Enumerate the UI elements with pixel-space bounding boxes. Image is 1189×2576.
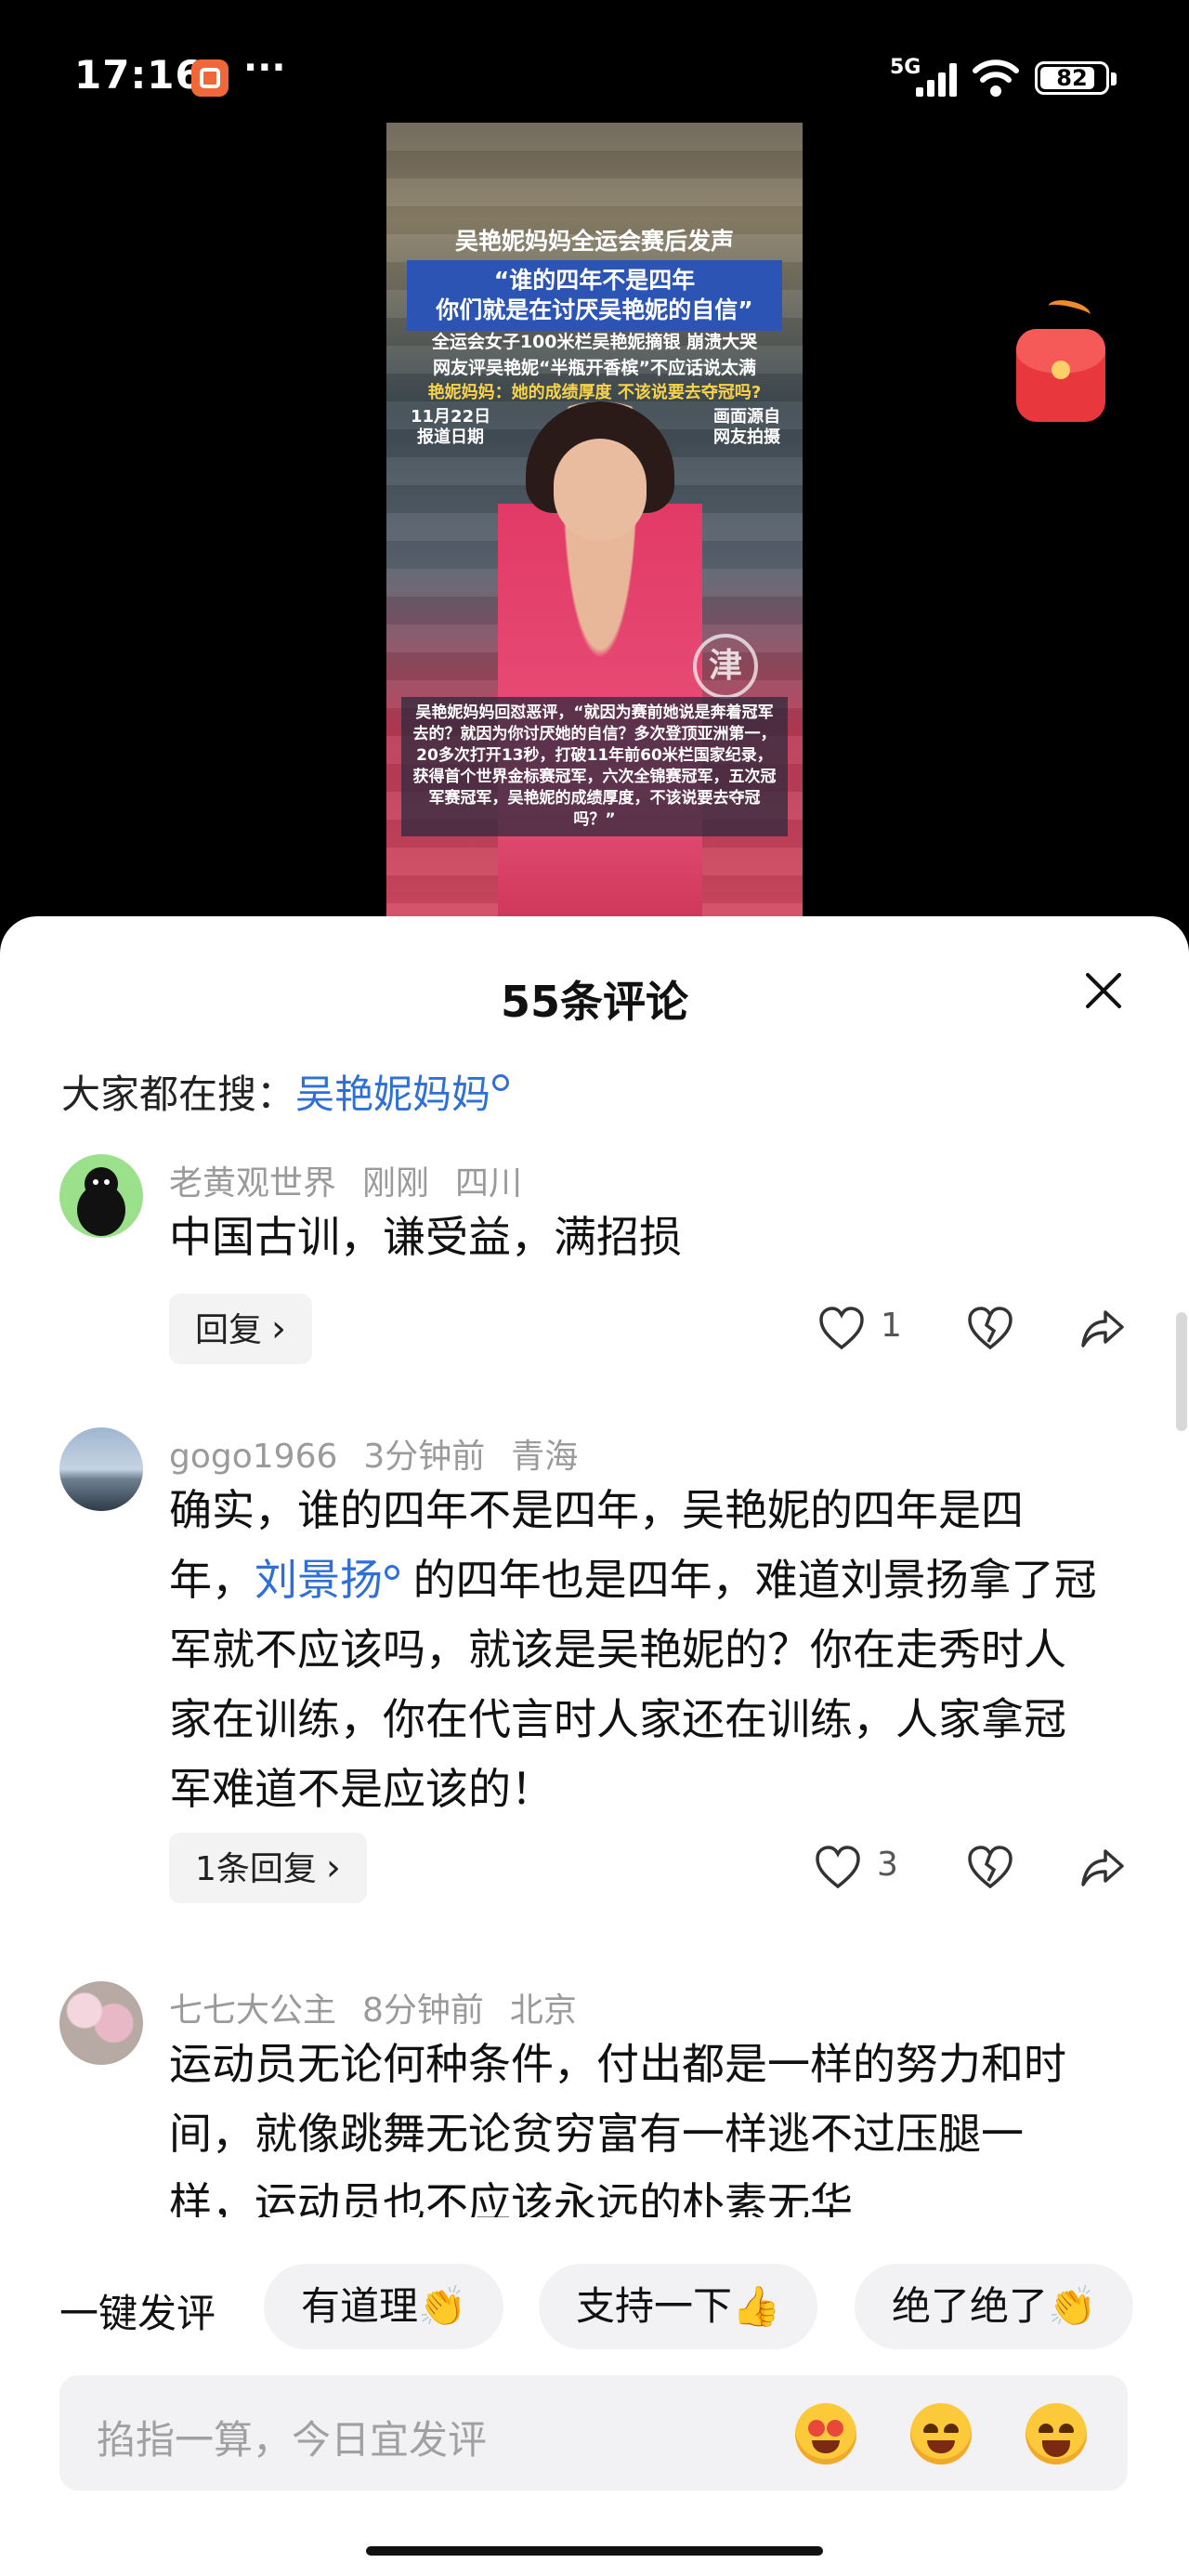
video-subtitle: 全运会女子100米栏吴艳妮摘银 崩溃大哭 网友评吴艳妮“半瓶开香槟”不应话说太满 xyxy=(386,329,803,381)
broken-heart-icon[interactable] xyxy=(966,1840,1014,1896)
more-notifications-icon: ··· xyxy=(243,46,286,89)
comment-item: 七七大公主 8分钟前 北京 运动员无论何种条件，付出都是一样的努力和时间，就像跳舞无… xyxy=(0,1981,1189,2217)
emoji-grin-icon[interactable] xyxy=(1026,2403,1087,2464)
status-time: 17:16 xyxy=(74,52,203,98)
comment-time: 刚刚 xyxy=(362,1164,430,1203)
video-caption: 吴艳妮妈妈回怼恶评，“就因为赛前她说是奔着冠军去的？就因为你讨厌她的自信？多次登… xyxy=(401,697,788,836)
quick-chip[interactable]: 支持一下👍 xyxy=(539,2264,818,2349)
comment-input-placeholder: 掐指一算，今日宜发评 xyxy=(97,2417,488,2463)
trending-search: 大家都在搜：吴艳妮妈妈 xyxy=(61,1063,510,1120)
share-arrow-icon[interactable] xyxy=(1079,1301,1128,1357)
comment-username[interactable]: 七七大公主 xyxy=(169,1991,336,2030)
comment-meta: 老黄观世界 刚刚 四川 xyxy=(169,1156,548,1204)
video-subtitle-line1: 全运会女子100米栏吴艳妮摘银 崩溃大哭 xyxy=(431,332,758,352)
share-arrow-icon[interactable] xyxy=(1079,1840,1128,1896)
video-source-line2: 网友拍摄 xyxy=(713,427,780,447)
signal-icon xyxy=(916,61,959,97)
avatar[interactable] xyxy=(59,1981,143,2065)
video-quote-line2: 你们就是在讨厌吴艳妮的自信” xyxy=(436,296,753,323)
home-indicator[interactable] xyxy=(366,2546,823,2556)
battery-cap xyxy=(1111,72,1117,85)
app-notification-icon xyxy=(191,59,229,97)
quick-chip[interactable]: 绝了绝了👏 xyxy=(855,2264,1134,2349)
quick-comment-label: 一键发评 xyxy=(59,2291,216,2336)
comment-location: 青海 xyxy=(511,1438,579,1476)
close-icon[interactable] xyxy=(1074,961,1133,1020)
comment-keyword-link[interactable]: 刘景扬 xyxy=(255,1555,383,1605)
heart-outline-icon[interactable] xyxy=(814,1840,862,1896)
video-source: 画面源自 网友拍摄 xyxy=(713,407,780,448)
comment-time: 3分钟前 xyxy=(363,1438,486,1476)
comment-username[interactable]: 老黄观世界 xyxy=(169,1164,336,1203)
status-bar: 17:16 ··· 5G 82 xyxy=(0,0,1189,121)
battery-icon: 82 xyxy=(1035,61,1109,95)
red-packet-button[interactable] xyxy=(1016,296,1105,427)
like-count: 3 xyxy=(877,1846,898,1884)
avatar[interactable] xyxy=(59,1154,143,1238)
video-player[interactable]: 吴艳妮妈妈全运会赛后发声 “谁的四年不是四年 你们就是在讨厌吴艳妮的自信” 全运… xyxy=(386,123,803,931)
reply-button[interactable]: 1条回复 xyxy=(169,1833,367,1903)
emoji-laugh-cry-icon[interactable] xyxy=(910,2403,972,2464)
heart-outline-icon[interactable] xyxy=(817,1301,866,1357)
avatar[interactable] xyxy=(59,1427,143,1511)
athlete-face xyxy=(554,439,647,541)
comment-time: 8分钟前 xyxy=(362,1991,484,2030)
comment-input[interactable]: 掐指一算，今日宜发评 xyxy=(59,2375,1128,2491)
video-date-line2: 报道日期 xyxy=(417,427,485,447)
broken-heart-icon[interactable] xyxy=(966,1301,1014,1357)
trending-search-label: 大家都在搜： xyxy=(61,1071,296,1117)
video-date-line1: 11月22日 xyxy=(411,407,491,427)
comment-meta: 七七大公主 8分钟前 北京 xyxy=(169,1983,603,2031)
video-title: 吴艳妮妈妈全运会赛后发声 xyxy=(454,228,734,255)
comment-username[interactable]: gogo1966 xyxy=(169,1438,337,1476)
trending-search-keyword[interactable]: 吴艳妮妈妈 xyxy=(295,1071,490,1117)
quick-comment-row: 一键发评 有道理👏 支持一下👍 绝了绝了👏 xyxy=(0,2264,1189,2349)
comment-text: 运动员无论何种条件，付出都是一样的努力和时间，就像跳舞无论贫穷富有一样逃不过压腿… xyxy=(169,2039,1066,2217)
reply-button[interactable]: 回复 xyxy=(169,1294,313,1364)
comment-text: 确实，谁的四年不是四年，吴艳妮的四年是四年，刘景扬 的四年也是四年，难道刘景扬拿… xyxy=(169,1476,1098,1824)
comment-meta: gogo1966 3分钟前 青海 xyxy=(169,1429,604,1478)
comment-location: 四川 xyxy=(455,1164,523,1203)
video-source-line1: 画面源自 xyxy=(713,407,780,427)
video-highlight: 艳妮妈妈：她的成绩厚度 不该说要去夺冠吗? xyxy=(427,383,762,402)
comment-text: 中国古训，谦受益，满招损 xyxy=(169,1212,682,1262)
channel-logo: 津 xyxy=(693,634,758,699)
emoji-star-eyes-icon[interactable] xyxy=(795,2403,856,2464)
video-quote: “谁的四年不是四年 你们就是在讨厌吴艳妮的自信” xyxy=(407,260,782,331)
quick-chip[interactable]: 有道理👏 xyxy=(264,2264,504,2349)
search-icon xyxy=(385,1565,399,1580)
comment-location: 北京 xyxy=(509,1991,577,2030)
video-date: 11月22日 报道日期 xyxy=(411,407,490,448)
battery-level: 82 xyxy=(1056,65,1088,91)
video-quote-line1: “谁的四年不是四年 xyxy=(493,267,696,294)
wifi-icon xyxy=(973,59,1019,97)
comment-count-title: 55条评论 xyxy=(500,977,688,1027)
search-icon xyxy=(492,1074,510,1091)
scrollbar[interactable] xyxy=(1176,1312,1187,1431)
video-subtitle-line2: 网友评吴艳妮“半瓶开香槟”不应话说太满 xyxy=(433,358,756,378)
like-count: 1 xyxy=(881,1307,902,1345)
